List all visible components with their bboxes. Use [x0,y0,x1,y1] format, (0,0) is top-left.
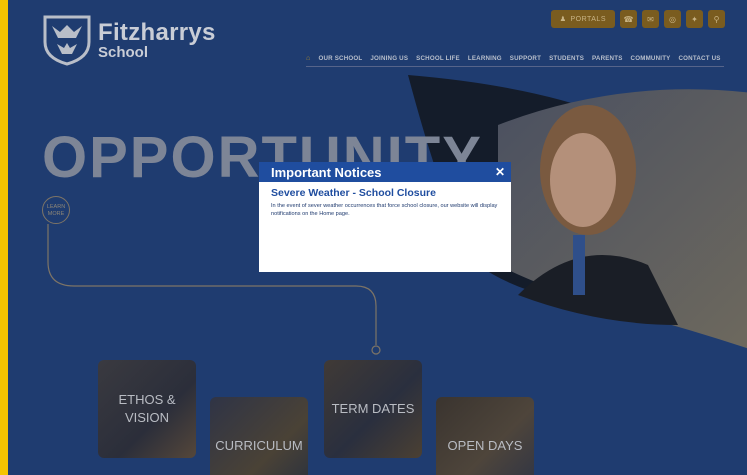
close-icon[interactable]: ✕ [495,165,505,179]
tile-ethos-vision[interactable]: ETHOS & VISION [98,360,196,458]
tile-curriculum[interactable]: CURRICULUM [210,397,308,475]
notice-text: In the event of sever weather occurrence… [271,203,498,217]
page-frame: Fitzharrys School ♟ PORTALS ☎ ✉ ◎ ✦ ⚲ ⌂ … [8,0,747,475]
modal-title: Important Notices [271,164,382,180]
modal-body: Severe Weather - School Closure In the e… [259,182,511,223]
learn-more-button[interactable]: LEARN MORE [42,196,70,224]
notice-title: Severe Weather - School Closure [271,187,436,199]
modal-header: Important Notices ✕ [259,162,511,182]
notices-modal: Important Notices ✕ Severe Weather - Sch… [259,162,511,272]
tile-open-days[interactable]: OPEN DAYS [436,397,534,475]
tile-term-dates[interactable]: TERM DATES [324,360,422,458]
